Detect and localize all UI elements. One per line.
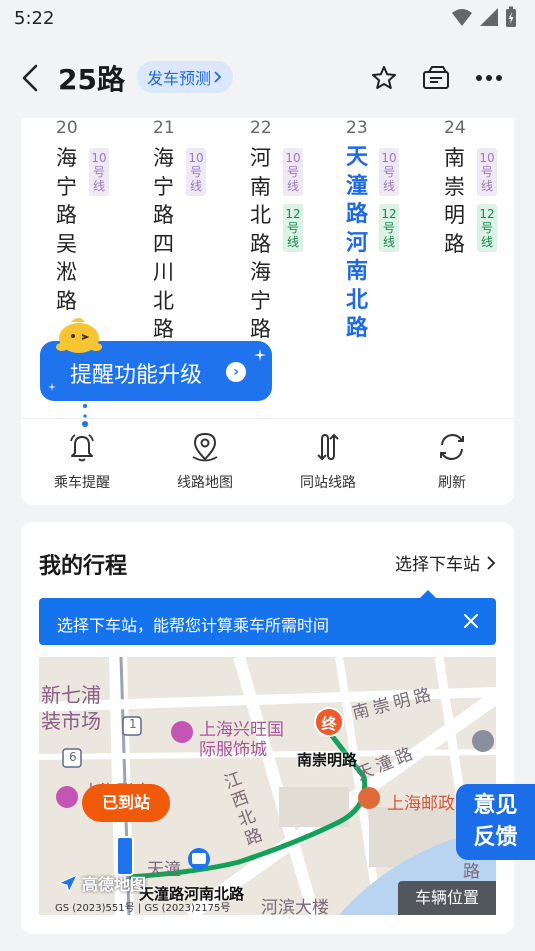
forecast-label: 发车预测: [147, 69, 212, 88]
road-number: 6: [69, 750, 77, 764]
chevron-right-icon: [487, 555, 496, 570]
trip-title: 我的行程: [39, 554, 128, 579]
map-label: 新七浦: [41, 683, 101, 707]
feedback-button[interactable]: 意见 反馈: [456, 784, 535, 860]
stop-name: 海宁路吴淞路: [56, 146, 77, 313]
action-label: 线路地图: [177, 475, 233, 491]
tip-banner: 选择下车站，能帮您计算乘车所需时间: [39, 598, 496, 645]
bubble-pointer: [82, 404, 88, 427]
metro-line-badge: 10号线: [186, 148, 206, 196]
amap-logo-text: 高德地图: [82, 875, 147, 894]
metro-line-badge: 12号线: [379, 204, 399, 252]
action-same-stop-lines[interactable]: 同站线路: [278, 430, 378, 492]
wifi-icon: [452, 9, 472, 26]
star-icon: [372, 66, 396, 89]
signal-icon: [480, 8, 498, 26]
metro-line-badge: 12号线: [477, 204, 497, 252]
page-title: 25路: [58, 63, 125, 96]
chevron-right-icon: [214, 71, 222, 83]
metro-line-badge: 10号线: [89, 148, 109, 196]
map-license: GS (2023)551号 | GS (2023)2175号: [55, 903, 231, 914]
stop-number: 22: [250, 118, 272, 138]
stop-number: 20: [56, 118, 78, 138]
terminal-marker[interactable]: 终: [314, 707, 344, 737]
chevron-right-icon: ›: [226, 362, 246, 382]
action-ride-reminder[interactable]: 乘车提醒: [32, 430, 132, 492]
stop-number: 24: [444, 118, 466, 138]
mascot-icon: [56, 318, 102, 353]
vehicle-location-button[interactable]: 车辆位置: [398, 881, 496, 915]
map-label: 上海邮政: [387, 794, 455, 814]
metro-line-badge: 10号线: [283, 148, 303, 196]
end-stop-label: 南崇明路: [297, 751, 358, 769]
action-label: 乘车提醒: [54, 475, 110, 491]
departure-forecast-button[interactable]: 发车预测: [137, 61, 234, 93]
metro-line-badge: 10号线: [379, 148, 399, 196]
arrived-badge: 已到站: [82, 784, 170, 822]
stop-name: 海宁路四川北路: [153, 146, 174, 341]
action-refresh[interactable]: 刷新: [402, 430, 502, 492]
header: 25路 发车预测: [0, 50, 535, 106]
stop-name: 河南北路海宁路: [250, 146, 271, 341]
choose-stop-label: 选择下车站: [395, 555, 480, 575]
refresh-icon: [440, 433, 464, 461]
stop-number: 21: [153, 118, 175, 138]
more-icon: [476, 75, 502, 81]
map-label: 路: [463, 862, 480, 882]
battery-icon: [506, 6, 516, 27]
tip-text: 选择下车站，能帮您计算乘车所需时间: [57, 616, 330, 635]
upgrade-text: 提醒功能升级: [70, 363, 203, 388]
road-number: 1: [129, 717, 137, 731]
sparkle-icon: [48, 383, 56, 391]
route-icon: [317, 433, 339, 461]
favorite-button[interactable]: [369, 62, 399, 94]
action-route-map[interactable]: 线路地图: [155, 430, 255, 492]
map-pin-icon: [192, 432, 218, 462]
stop-name: 天潼路河南北路: [346, 145, 369, 341]
metro-line-badge: 10号线: [477, 148, 497, 196]
divider: [21, 418, 514, 419]
back-button[interactable]: [16, 62, 46, 94]
close-icon[interactable]: [460, 610, 482, 632]
map-view[interactable]: 新七浦 装市场 1 6 上海兴旺国 际服饰城 南崇明路 天潼路 江西北路 上海邮…: [39, 657, 496, 915]
stop-number: 23: [346, 118, 368, 138]
ticket-icon: [423, 66, 449, 89]
feedback-line: 意见: [473, 793, 518, 818]
sparkle-icon: [254, 349, 266, 361]
more-button[interactable]: [474, 62, 504, 94]
map-label: 装市场: [41, 709, 101, 733]
map-label: 天潼: [147, 860, 181, 880]
feedback-line: 反馈: [473, 825, 518, 850]
stop-name: 南崇明路: [444, 146, 465, 256]
action-label: 同站线路: [300, 475, 356, 491]
map-label: 河滨大楼: [261, 898, 329, 915]
metro-line-badge: 12号线: [283, 204, 303, 252]
map-label: 际服饰城: [199, 740, 267, 760]
chevron-left-icon: [22, 64, 38, 92]
stops-card: 20 海宁路吴淞路 10号线 21 海宁路四川北路 10号线 22 河南北路海宁…: [21, 118, 514, 505]
amap-logo-icon: [57, 873, 79, 893]
status-bar: 5:22: [0, 0, 535, 40]
my-trip-card: 我的行程 选择下车站 选择下车站，能帮您计算乘车所需时间 新七浦 装市场 1 6…: [21, 522, 514, 934]
bell-icon: [70, 434, 94, 462]
amap-logo: 高德地图: [57, 871, 146, 895]
ticket-button[interactable]: [421, 62, 451, 94]
action-label: 刷新: [438, 475, 466, 491]
status-time: 5:22: [14, 8, 55, 29]
status-icons: [451, 6, 517, 28]
choose-alight-stop-button[interactable]: 选择下车站: [395, 550, 496, 575]
